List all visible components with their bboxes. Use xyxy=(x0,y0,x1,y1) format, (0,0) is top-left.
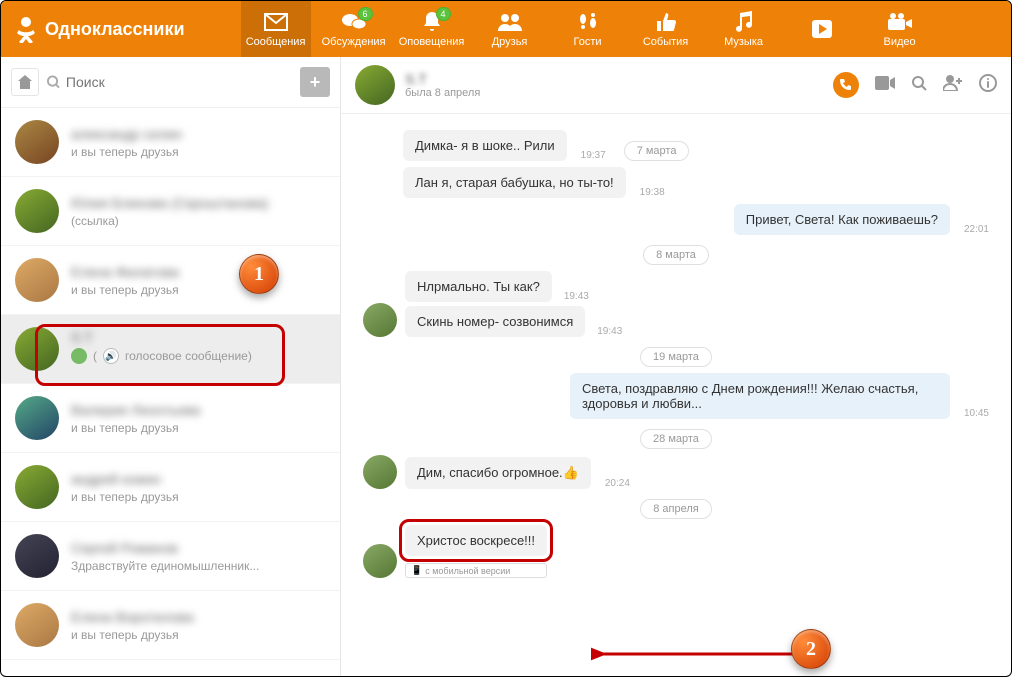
nav-video-play[interactable] xyxy=(787,1,857,57)
music-icon xyxy=(734,11,754,33)
callout-marker-1: 1 xyxy=(239,254,279,294)
info-icon xyxy=(979,74,997,92)
nav-notifications[interactable]: 4 Оповещения xyxy=(397,1,467,57)
nav-messages[interactable]: Сообщения xyxy=(241,1,311,57)
videocam-icon xyxy=(875,76,895,90)
info-button[interactable] xyxy=(979,74,997,97)
bubble-avatar xyxy=(363,544,397,578)
date-separator: 8 марта xyxy=(643,245,709,265)
date-separator: 19 марта xyxy=(640,347,712,367)
brand-text: Одноклассники xyxy=(45,19,185,40)
nav-discussions[interactable]: 6 Обсуждения xyxy=(319,1,389,57)
contact-item[interactable]: Сергей РомановЗдравствуйте единомышленни… xyxy=(1,522,340,591)
date-separator: 8 апреля xyxy=(640,499,712,519)
nav-video[interactable]: Видео xyxy=(865,1,935,57)
thumb-up-icon xyxy=(655,11,677,33)
msg-in: Дим, спасибо огромное.👍 20:24 xyxy=(363,455,989,489)
nav-events[interactable]: События xyxy=(631,1,701,57)
phone-icon xyxy=(839,78,853,92)
bubble-avatar xyxy=(363,455,397,489)
sidebar-header: + xyxy=(1,57,340,108)
search-icon xyxy=(911,75,927,91)
speaker-icon: 🔊 xyxy=(103,348,119,364)
msg-in-highlighted: Христос воскресе!!! 📱с мобильной версии xyxy=(363,525,989,578)
contact-list[interactable]: александр силини вы теперь друзья Юлия Б… xyxy=(1,108,340,676)
annotation-arrow xyxy=(591,614,811,674)
contact-item[interactable]: Елена Воротиловаи вы теперь друзья xyxy=(1,591,340,660)
contact-item[interactable]: Юлия Блинова (Скроштанова)(ссылка) xyxy=(1,177,340,246)
contact-item-active[interactable]: S.Т (🔊голосовое сообщение) xyxy=(1,315,340,384)
search-icon xyxy=(47,75,60,89)
search-input[interactable] xyxy=(66,74,292,90)
nav-friends[interactable]: Друзья xyxy=(475,1,545,57)
video-call-button[interactable] xyxy=(875,76,895,95)
home-icon xyxy=(17,74,33,90)
call-button[interactable] xyxy=(833,72,859,98)
envelope-icon xyxy=(264,11,288,33)
chat-body[interactable]: Димка- я в шоке.. Рили19:37 7 марта Лан … xyxy=(341,114,1011,676)
sidebar: + александр силини вы теперь друзья Юлия… xyxy=(1,57,341,676)
badge: 6 xyxy=(358,7,373,21)
mobile-icon: 📱 xyxy=(411,565,422,576)
friends-icon xyxy=(497,11,523,33)
msg-out: Привет, Света! Как поживаешь?22:01 xyxy=(363,204,989,235)
chat-subtitle: была 8 апреля xyxy=(405,87,823,99)
nav-guests[interactable]: Гости xyxy=(553,1,623,57)
chat-search-button[interactable] xyxy=(911,75,927,96)
chat-pane: S.Т была 8 апреля Димка- я в шоке.. Рили… xyxy=(341,57,1011,676)
home-button[interactable] xyxy=(11,68,39,96)
chat-header: S.Т была 8 апреля xyxy=(341,57,1011,114)
date-separator: 28 марта xyxy=(640,429,712,449)
add-button[interactable]: + xyxy=(300,67,330,97)
topbar: Одноклассники Сообщения 6 Обсуждения 4 О… xyxy=(1,1,1011,57)
ok-logo-icon xyxy=(15,15,37,43)
msg-in: Лан я, старая бабушка, но ты-то!19:38 xyxy=(403,167,989,198)
contact-item[interactable]: Елена Филатоваи вы теперь друзья xyxy=(1,246,340,315)
mini-avatar xyxy=(71,348,87,364)
msg-in: Димка- я в шоке.. Рили19:37 7 марта xyxy=(403,130,989,161)
logo[interactable]: Одноклассники xyxy=(15,15,185,43)
footprints-icon xyxy=(577,11,599,33)
msg-in: Нлрмально. Ты как?19:43 Скинь номер- соз… xyxy=(363,271,989,337)
msg-out: Света, поздравляю с Днем рождения!!! Жел… xyxy=(363,373,989,419)
badge: 4 xyxy=(436,7,451,21)
chat-title: S.Т xyxy=(405,71,823,87)
chat-avatar[interactable] xyxy=(355,65,395,105)
thumb-up-icon: 👍 xyxy=(563,465,579,480)
top-nav: Сообщения 6 Обсуждения 4 Оповещения Друз… xyxy=(241,1,935,57)
callout-marker-2: 2 xyxy=(791,629,831,669)
contact-item[interactable]: александр силини вы теперь друзья xyxy=(1,108,340,177)
bubble-avatar xyxy=(363,303,397,337)
nav-music[interactable]: Музыка xyxy=(709,1,779,57)
contact-item[interactable]: Валерия Леонтьеваи вы теперь друзья xyxy=(1,384,340,453)
videocam-icon xyxy=(887,11,913,33)
play-icon xyxy=(811,18,833,40)
person-plus-icon xyxy=(943,75,963,91)
contact-item[interactable]: андрей кожини вы теперь друзья xyxy=(1,453,340,522)
search-field[interactable] xyxy=(47,74,292,90)
mobile-tag: 📱с мобильной версии xyxy=(405,563,547,578)
date-separator: 7 марта xyxy=(624,141,690,161)
add-user-button[interactable] xyxy=(943,75,963,96)
